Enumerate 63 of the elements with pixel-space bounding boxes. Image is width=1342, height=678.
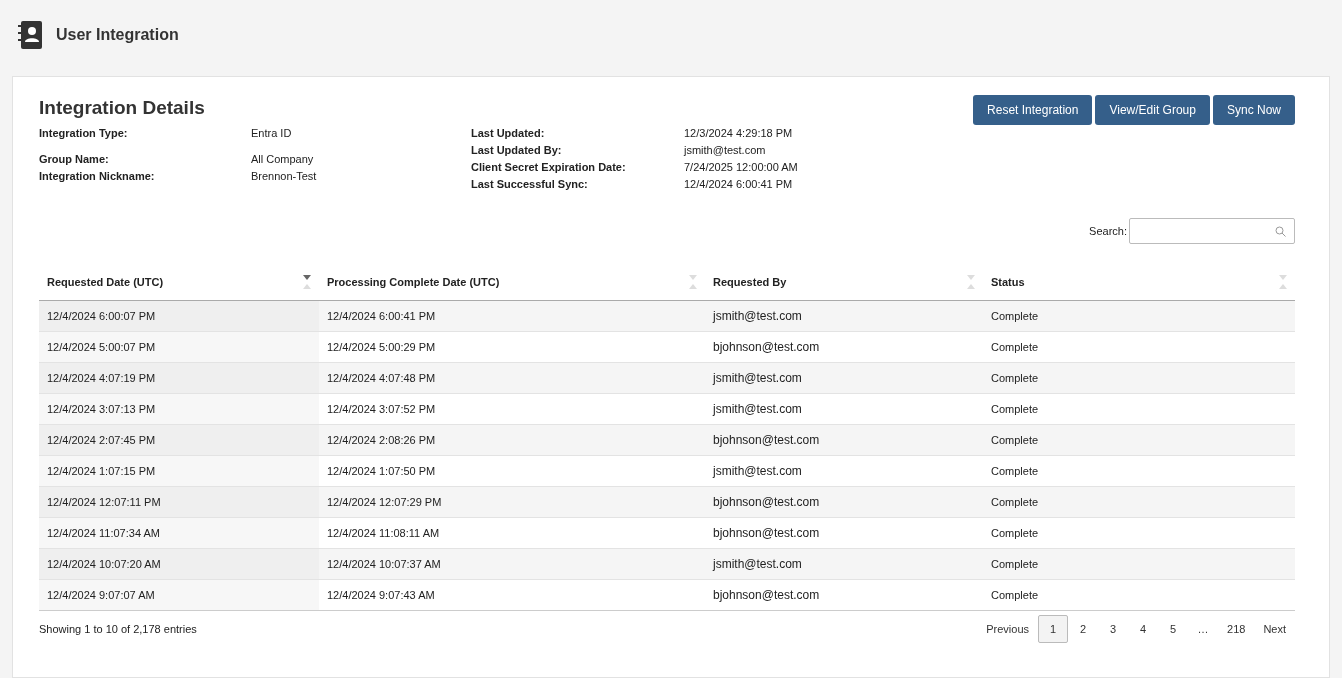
search-icon [1275, 225, 1286, 237]
field-label: Integration Type: [39, 126, 129, 141]
table-cell: 12/4/2024 3:07:13 PM [39, 394, 319, 425]
page-button[interactable]: … [1188, 615, 1218, 643]
action-button[interactable]: View/Edit Group [1095, 95, 1210, 125]
table-cell: 12/4/2024 6:00:07 PM [39, 301, 319, 332]
table-cell: 12/4/2024 12:07:11 PM [39, 487, 319, 518]
field-value: 12/3/2024 4:29:18 PM [684, 126, 794, 141]
sort-icon[interactable] [303, 275, 311, 289]
field-value: Brennon-Test [251, 169, 318, 184]
entries-summary: Showing 1 to 10 of 2,178 entries [39, 623, 197, 635]
field-label: Group Name: [39, 152, 110, 167]
table-cell: jsmith@test.com [705, 549, 983, 580]
column-title: Processing Complete Date (UTC) [327, 276, 500, 288]
column-title: Requested Date (UTC) [47, 276, 164, 288]
field-label: Last Successful Sync: [471, 177, 589, 192]
table-cell: 12/4/2024 5:00:07 PM [39, 332, 319, 363]
field-value: jsmith@test.com [684, 143, 767, 158]
page-button[interactable]: 1 [1038, 615, 1068, 643]
table-cell: Complete [983, 301, 1295, 332]
table-cell: 12/4/2024 2:08:26 PM [319, 425, 705, 456]
table-cell: 12/4/2024 12:07:29 PM [319, 487, 705, 518]
table-cell: 12/4/2024 6:00:41 PM [319, 301, 705, 332]
table-cell: Complete [983, 363, 1295, 394]
field-value: 12/4/2024 6:00:41 PM [684, 177, 794, 192]
table-cell: 12/4/2024 9:07:07 AM [39, 580, 319, 611]
page-title: User Integration [56, 26, 179, 44]
table-cell: bjohnson@test.com [705, 425, 983, 456]
section-title: Integration Details [39, 97, 206, 119]
table-cell: 12/4/2024 4:07:19 PM [39, 363, 319, 394]
table-cell: jsmith@test.com [705, 301, 983, 332]
page-button[interactable]: 218 [1218, 615, 1255, 643]
page-button[interactable]: 3 [1098, 615, 1128, 643]
table-cell: jsmith@test.com [705, 363, 983, 394]
table-cell: 12/4/2024 2:07:45 PM [39, 425, 319, 456]
table-cell: Complete [983, 487, 1295, 518]
field-value: All Company [251, 152, 315, 167]
table-cell: 12/4/2024 10:07:20 AM [39, 549, 319, 580]
search-label: Search: [1089, 225, 1127, 237]
page-button[interactable]: 2 [1068, 615, 1098, 643]
table-cell: Complete [983, 425, 1295, 456]
action-button[interactable]: Reset Integration [973, 95, 1093, 125]
table-cell: Complete [983, 549, 1295, 580]
page-button[interactable]: Next [1254, 615, 1295, 643]
column-title: Status [991, 276, 1025, 288]
contact-book-icon [18, 21, 42, 49]
table-cell: bjohnson@test.com [705, 487, 983, 518]
field-label: Client Secret Expiration Date: [471, 160, 627, 175]
table-cell: 12/4/2024 1:07:15 PM [39, 456, 319, 487]
action-button[interactable]: Sync Now [1212, 95, 1295, 125]
field-label: Integration Nickname: [39, 169, 156, 184]
table-cell: 12/4/2024 4:07:48 PM [319, 363, 705, 394]
table-cell: 12/4/2024 11:07:34 AM [39, 518, 319, 549]
field-label: Last Updated: [471, 126, 546, 141]
column-title: Requested By [713, 276, 787, 288]
table-cell: 12/4/2024 10:07:37 AM [319, 549, 705, 580]
field-value: Entra ID [251, 126, 293, 141]
field-label: Last Updated By: [471, 143, 563, 158]
field-value: 7/24/2025 12:00:00 AM [684, 160, 799, 175]
page-button[interactable]: 5 [1158, 615, 1188, 643]
search-field[interactable] [1129, 218, 1295, 244]
page-button[interactable]: 4 [1128, 615, 1158, 643]
page-button[interactable]: Previous [977, 615, 1038, 643]
